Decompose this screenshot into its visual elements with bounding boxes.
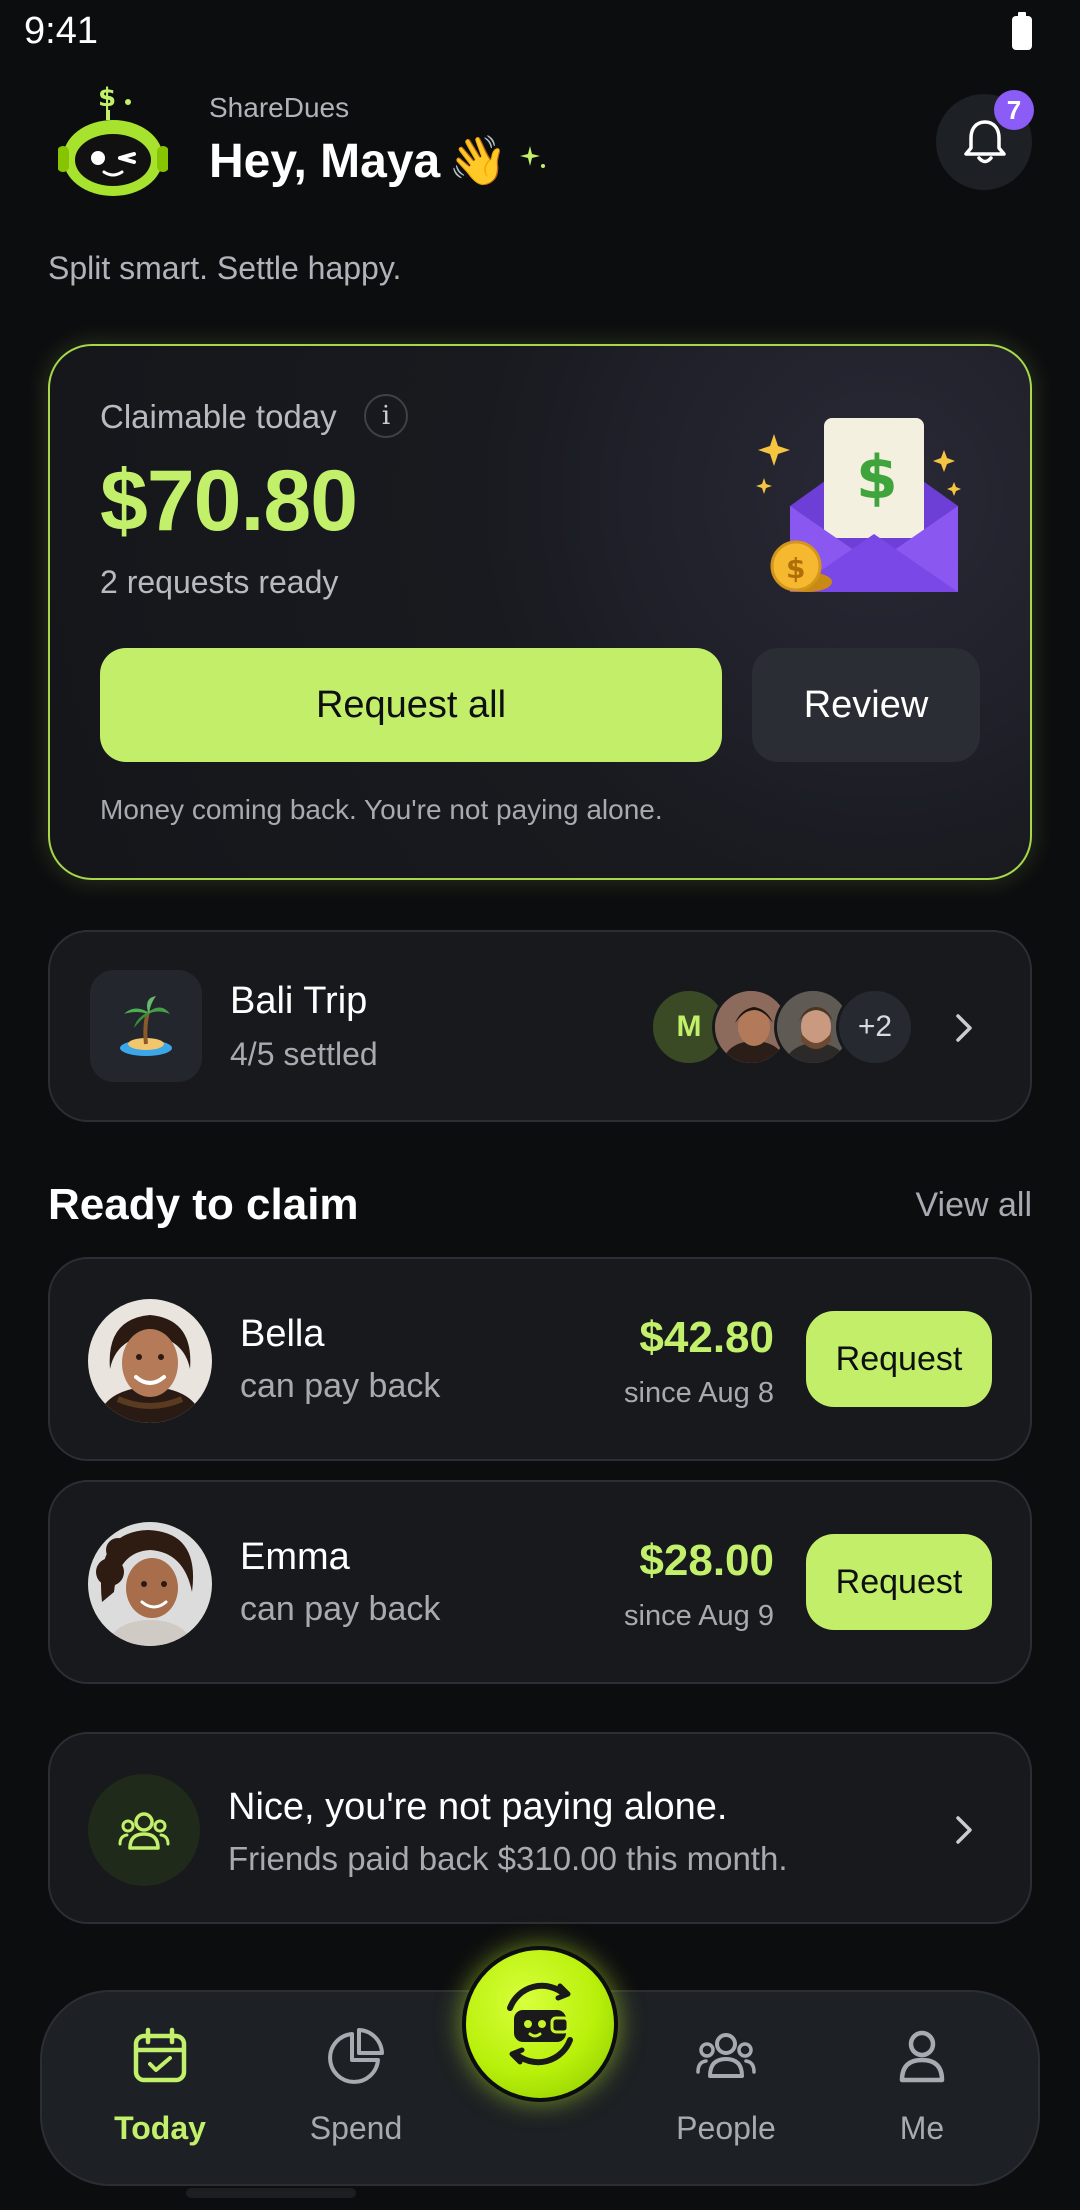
friends-card-title: Nice, you're not paying alone. bbox=[228, 1786, 728, 1828]
status-bar: 9:41 bbox=[0, 0, 1080, 70]
review-button[interactable]: Review bbox=[752, 648, 980, 762]
request-button[interactable]: Request bbox=[806, 1311, 992, 1407]
tab-label: People bbox=[676, 2110, 776, 2146]
request-button[interactable]: Request bbox=[806, 1534, 992, 1630]
friends-card-subtitle: Friends paid back $310.00 this month. bbox=[228, 1840, 788, 1877]
people-icon bbox=[118, 1812, 170, 1850]
tab-label: Spend bbox=[309, 2110, 403, 2146]
person-subtitle: can pay back bbox=[240, 1367, 441, 1405]
claimable-card: Claimable today i $70.80 2 requests read… bbox=[48, 344, 1032, 880]
home-indicator bbox=[186, 2188, 356, 2198]
claimable-label: Claimable today bbox=[100, 398, 337, 435]
header: $ ShareDues Hey, Maya 👋 7 bbox=[48, 74, 1034, 204]
tab-label: Today bbox=[114, 2110, 206, 2146]
sparkle-icon bbox=[520, 146, 545, 168]
trip-status: 4/5 settled bbox=[230, 1036, 378, 1072]
robot-mascot-icon: $ bbox=[58, 83, 168, 196]
notification-badge: 7 bbox=[994, 90, 1034, 130]
tab-spend[interactable]: Spend bbox=[286, 1992, 426, 2188]
trip-card-bali[interactable]: Bali Trip 4/5 settled M +2 bbox=[48, 930, 1032, 1122]
center-action-button[interactable] bbox=[462, 1946, 618, 2102]
person-name: Emma bbox=[240, 1536, 350, 1578]
trip-icon bbox=[90, 970, 202, 1082]
person-amount: $42.80 bbox=[639, 1313, 774, 1362]
tagline: Split smart. Settle happy. bbox=[48, 250, 402, 286]
info-icon[interactable]: i bbox=[364, 394, 408, 438]
wave-emoji: 👋 bbox=[448, 135, 508, 188]
status-time: 9:41 bbox=[24, 10, 98, 52]
chevron-right-icon bbox=[956, 1816, 972, 1844]
section-title-ready: Ready to claim bbox=[48, 1180, 359, 1229]
trip-members: M +2 bbox=[650, 988, 914, 1068]
avatar bbox=[88, 1299, 212, 1423]
person-since-date: since Aug 8 bbox=[624, 1377, 774, 1409]
money-envelope-icon: $ $ bbox=[756, 418, 961, 592]
greeting: Hey, Maya 👋 bbox=[209, 132, 508, 189]
tab-today[interactable]: Today bbox=[90, 1992, 230, 2188]
tab-me[interactable]: Me bbox=[852, 1992, 992, 2188]
app-name: ShareDues bbox=[209, 92, 350, 123]
avatar bbox=[88, 1522, 212, 1646]
claimable-amount: $70.80 bbox=[100, 453, 358, 549]
tab-label: Me bbox=[899, 2110, 945, 2146]
view-all-link[interactable]: View all bbox=[915, 1186, 1032, 1225]
chevron-right-icon bbox=[956, 1014, 972, 1042]
claim-row-bella[interactable]: Bella can pay back $42.80 since Aug 8 Re… bbox=[48, 1257, 1032, 1461]
island-icon bbox=[120, 996, 172, 1056]
svg-text:$: $ bbox=[856, 443, 898, 513]
person-subtitle: can pay back bbox=[240, 1590, 441, 1628]
request-all-button[interactable]: Request all bbox=[100, 648, 722, 762]
robot-wallet-icon bbox=[507, 1982, 573, 2066]
tab-people[interactable]: People bbox=[656, 1992, 796, 2188]
greeting-text: Hey, Maya bbox=[209, 135, 441, 188]
trip-name: Bali Trip bbox=[230, 980, 368, 1022]
friends-icon-circle bbox=[88, 1774, 200, 1886]
pie-chart-icon bbox=[328, 2028, 384, 2084]
svg-text:$: $ bbox=[98, 83, 116, 113]
user-icon bbox=[899, 2030, 945, 2083]
people-icon bbox=[696, 2033, 756, 2078]
claimable-footer-text: Money coming back. You're not paying alo… bbox=[100, 794, 663, 825]
requests-ready-count: 2 requests ready bbox=[100, 564, 339, 600]
calendar-icon bbox=[133, 2027, 187, 2083]
person-name: Bella bbox=[240, 1313, 325, 1355]
friends-paid-back-card[interactable]: Nice, you're not paying alone. Friends p… bbox=[48, 1732, 1032, 1924]
person-since-date: since Aug 9 bbox=[624, 1600, 774, 1632]
notifications-button[interactable]: 7 bbox=[936, 90, 1034, 190]
person-amount: $28.00 bbox=[639, 1536, 774, 1585]
claim-row-emma[interactable]: Emma can pay back $28.00 since Aug 9 Req… bbox=[48, 1480, 1032, 1684]
more-members-count: +2 bbox=[836, 988, 914, 1066]
svg-text:$: $ bbox=[786, 552, 805, 585]
battery-icon bbox=[1012, 12, 1032, 50]
